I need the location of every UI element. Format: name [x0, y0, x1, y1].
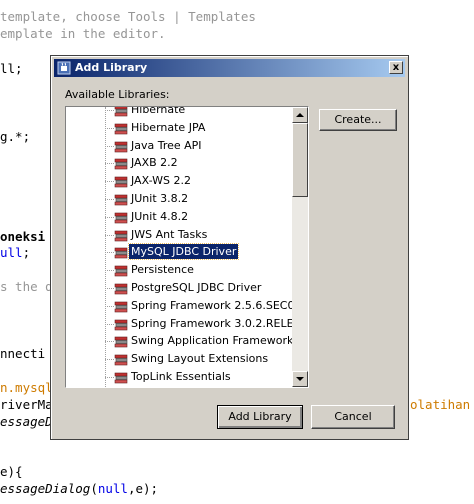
tree-branch	[105, 127, 114, 129]
library-item-label: Hibernate JPA	[131, 120, 206, 134]
tree-branch	[105, 234, 114, 236]
library-books-icon	[114, 139, 128, 153]
java-cup-icon	[57, 60, 71, 75]
add-library-button[interactable]: Add Library	[217, 405, 303, 429]
tree-branch	[105, 341, 114, 343]
vertical-scrollbar[interactable]	[292, 107, 308, 387]
library-item[interactable]: Hibernate	[66, 107, 292, 119]
code-line: emplate in the editor.	[0, 26, 166, 41]
dialog-title: Add Library	[75, 61, 148, 74]
code-line: e){	[0, 464, 23, 479]
library-item[interactable]: MySQL JDBC Driver	[66, 243, 292, 261]
scrollbar-thumb[interactable]	[292, 123, 308, 197]
tree-branch	[105, 359, 114, 361]
library-item-label: JWS Ant Tasks	[131, 227, 208, 241]
scroll-down-button[interactable]	[292, 371, 308, 387]
code-line: ll;	[0, 61, 23, 76]
library-item-label: MySQL JDBC Driver	[127, 243, 240, 261]
close-button[interactable]: x	[389, 61, 403, 74]
library-item-label: Persistence	[131, 263, 194, 277]
code-line: ull;	[0, 245, 31, 260]
library-books-icon	[114, 317, 128, 331]
library-item-label: Spring Framework 2.5.6.SEC01	[131, 298, 292, 312]
library-item-label: Swing Layout Extensions	[131, 352, 269, 366]
library-item[interactable]: JAXB 2.2	[66, 154, 292, 172]
library-item[interactable]: Spring Framework 3.0.2.RELEASE	[66, 315, 292, 333]
tree-branch	[105, 181, 114, 183]
library-books-icon	[114, 192, 128, 206]
tree-branch	[105, 216, 114, 218]
code-line: essageD	[0, 414, 53, 429]
library-item[interactable]: Java Tree API	[66, 137, 292, 155]
library-item[interactable]: Hibernate JPA	[66, 119, 292, 137]
library-books-icon	[114, 263, 128, 277]
library-item-label: JAXB 2.2	[131, 156, 178, 170]
code-line: g.*;	[0, 129, 31, 144]
cancel-button[interactable]: Cancel	[311, 405, 395, 429]
close-icon: x	[392, 62, 400, 73]
create-button[interactable]: Create...	[319, 109, 397, 131]
library-item-label: JAX-WS 2.2	[131, 174, 191, 188]
library-books-icon	[114, 107, 128, 117]
library-item-label: JUnit 3.8.2	[131, 192, 189, 205]
tree-branch	[105, 305, 114, 307]
library-item[interactable]: JWS Ant Tasks	[66, 226, 292, 244]
code-line: essageDialog(null,e);	[0, 481, 159, 496]
library-list-viewport: Hibernate Hibernate JPA Java Tree API JAXB …	[66, 107, 292, 387]
library-books-icon	[114, 352, 128, 366]
library-books-icon	[114, 245, 128, 259]
code-line: nnecti	[0, 346, 46, 361]
library-item[interactable]: TopLink Essentials	[66, 368, 292, 386]
tree-branch	[105, 288, 114, 289]
code-line: oneksi	[0, 229, 46, 244]
library-books-icon	[114, 299, 128, 313]
tree-branch	[105, 199, 114, 200]
library-item[interactable]: JUnit 3.8.2	[66, 190, 292, 208]
tree-branch	[105, 323, 114, 325]
library-books-icon	[114, 121, 128, 135]
library-item-label: JUnit 4.8.2	[131, 209, 189, 223]
arrow-down-icon	[296, 377, 304, 381]
tree-branch	[105, 270, 114, 272]
library-books-icon	[114, 228, 128, 242]
tree-branch	[105, 377, 114, 378]
library-books-icon	[114, 174, 128, 188]
library-item[interactable]: PostgreSQL JDBC Driver	[66, 279, 292, 297]
library-item-label: Swing Application Framework	[131, 334, 292, 348]
tree-branch	[105, 110, 114, 111]
library-item[interactable]: Persistence	[66, 261, 292, 279]
library-books-icon	[114, 370, 128, 384]
code-line: template, choose Tools | Templates	[0, 9, 256, 24]
library-item-label: PostgreSQL JDBC Driver	[131, 281, 262, 294]
tree-branch	[105, 145, 114, 147]
arrow-up-icon	[296, 113, 304, 117]
library-books-icon	[114, 281, 128, 295]
library-item-label: Hibernate	[131, 107, 186, 116]
available-libraries-label: Available Libraries:	[65, 88, 170, 101]
code-line: riverMa	[0, 397, 53, 412]
library-list[interactable]: Hibernate Hibernate JPA Java Tree API JAXB …	[65, 106, 309, 388]
code-line: n.mysql	[0, 380, 53, 395]
tree-branch	[105, 163, 114, 165]
library-item[interactable]: Swing Application Framework	[66, 332, 292, 350]
tree-branch	[105, 252, 114, 254]
library-item-label: Java Tree API	[131, 138, 202, 152]
library-item-label: Spring Framework 3.0.2.RELEASE	[131, 316, 292, 330]
library-item[interactable]: Spring Framework 2.5.6.SEC01	[66, 297, 292, 315]
scroll-up-button[interactable]	[292, 107, 308, 123]
library-item[interactable]: JUnit 4.8.2	[66, 208, 292, 226]
code-line: s the d	[0, 279, 53, 294]
library-item[interactable]: JAX-WS 2.2	[66, 172, 292, 190]
code-line: olatihan	[410, 397, 471, 412]
library-item[interactable]: Swing Layout Extensions	[66, 350, 292, 368]
library-books-icon	[114, 334, 128, 348]
library-books-icon	[114, 210, 128, 224]
dialog-titlebar[interactable]: Add Library x	[54, 59, 405, 77]
add-library-dialog: Add Library x Available Libraries: Hiber…	[50, 55, 409, 440]
library-books-icon	[114, 156, 128, 170]
library-item-label: TopLink Essentials	[131, 370, 231, 383]
